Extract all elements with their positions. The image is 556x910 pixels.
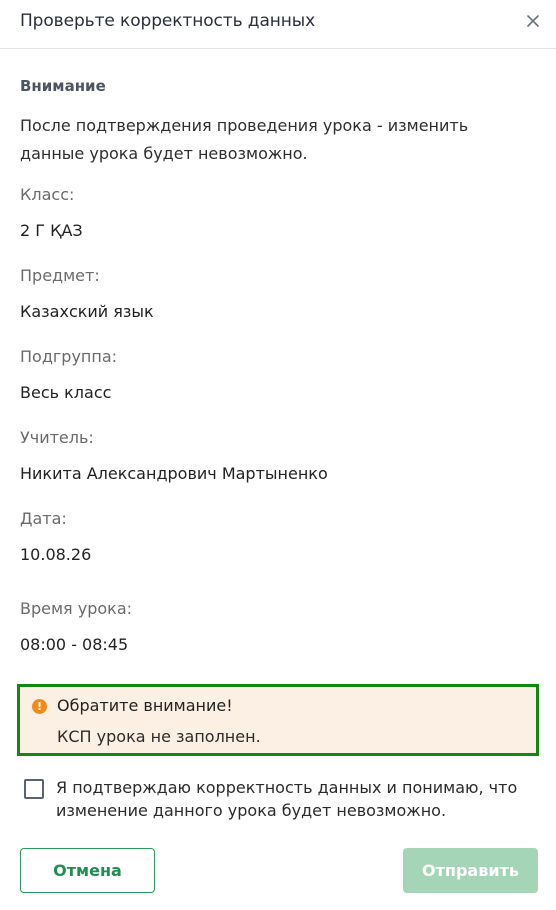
subgroup-value: Весь класс (20, 383, 112, 402)
lesson-time-value: 08:00 - 08:45 (20, 635, 129, 654)
subgroup-label: Подгруппа: (20, 347, 118, 366)
subject-label: Предмет: (20, 266, 100, 285)
teacher-value: Никита Александрович Мартыненко (20, 464, 328, 483)
subject-value: Казахский язык (20, 302, 154, 321)
info-icon: ! (32, 699, 47, 714)
cancel-button[interactable]: Отмена (20, 848, 155, 893)
warning-text: После подтверждения проведения урока - и… (20, 116, 469, 163)
date-value: 10.08.26 (20, 545, 92, 564)
submit-button[interactable]: Отправить (403, 848, 538, 893)
confirm-checkbox[interactable] (24, 779, 44, 799)
class-label: Класс: (20, 185, 75, 204)
dialog-header: Проверьте корректность данных (0, 0, 556, 49)
lesson-time-label: Время урока: (20, 599, 133, 618)
close-icon[interactable] (522, 10, 544, 32)
dialog-title: Проверьте корректность данных (20, 11, 316, 31)
teacher-label: Учитель: (20, 428, 94, 447)
warning-title: Внимание (20, 77, 106, 95)
date-label: Дата: (20, 509, 67, 528)
confirm-label[interactable]: Я подтверждаю корректность данных и пони… (56, 776, 546, 822)
notice-box: ! Обратите внимание! КСП урока не заполн… (17, 684, 539, 756)
notice-title: Обратите внимание! (57, 696, 233, 715)
notice-text: КСП урока не заполнен. (57, 727, 261, 746)
class-value: 2 Г ҚАЗ (20, 221, 83, 240)
